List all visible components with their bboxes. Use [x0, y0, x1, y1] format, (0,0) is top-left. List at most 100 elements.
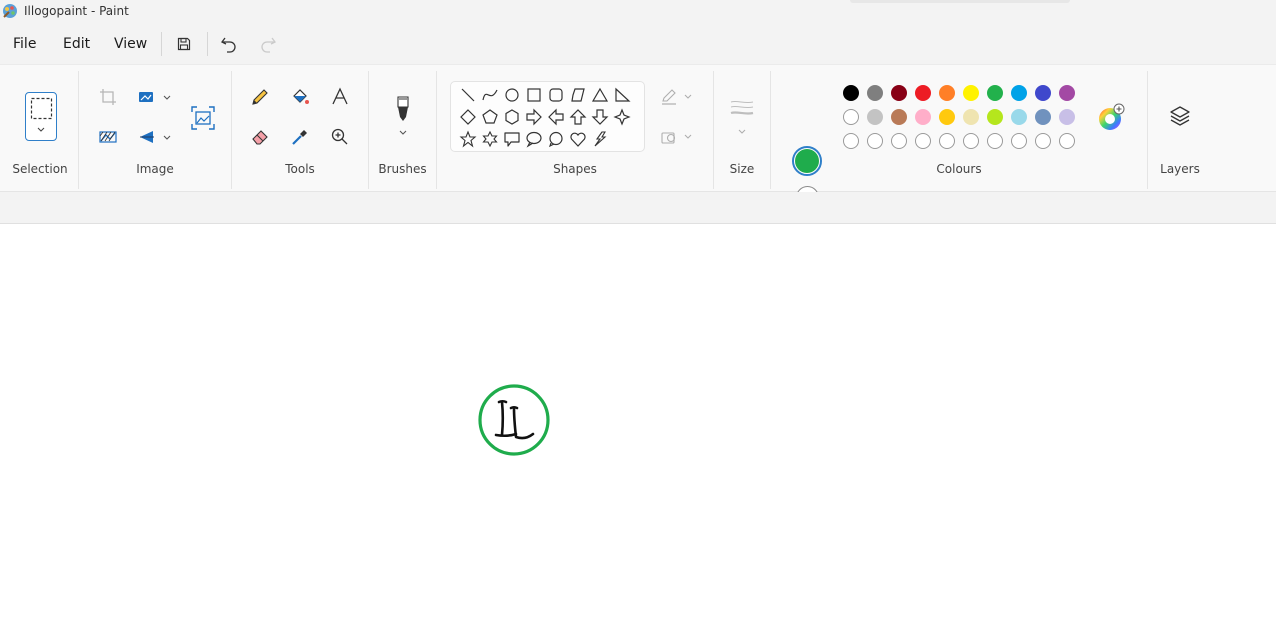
resize-icon [139, 92, 153, 102]
magnifier-button[interactable] [327, 124, 353, 150]
polygon-shape-icon[interactable] [569, 86, 587, 104]
text-button[interactable] [327, 84, 353, 110]
edit-colours-button[interactable] [1096, 103, 1126, 133]
undo-icon [221, 37, 236, 53]
five-point-star-shape-icon[interactable] [459, 130, 477, 148]
triangle-shape-icon[interactable] [591, 86, 609, 104]
menu-edit[interactable]: Edit [63, 36, 90, 52]
group-label-shapes: Shapes [553, 162, 597, 176]
chevron-down-icon[interactable] [684, 133, 692, 141]
colour-swatch[interactable] [867, 109, 883, 125]
arrow-left-shape-icon[interactable] [547, 108, 565, 126]
hexagon-shape-icon[interactable] [503, 108, 521, 126]
right-triangle-shape-icon[interactable] [613, 86, 631, 104]
colour-swatch[interactable] [963, 109, 979, 125]
chevron-down-icon[interactable] [684, 93, 692, 101]
arrow-down-shape-icon[interactable] [591, 108, 609, 126]
six-point-star-shape-icon[interactable] [481, 130, 499, 148]
colour-swatch[interactable] [891, 109, 907, 125]
group-label-image: Image [136, 162, 174, 176]
colour-swatch[interactable] [1035, 109, 1051, 125]
layers-icon [1170, 106, 1190, 126]
shape-fill-button[interactable] [656, 124, 682, 150]
redo-icon [261, 37, 276, 53]
drawing-canvas[interactable] [0, 225, 1276, 642]
chevron-down-icon[interactable] [738, 128, 746, 136]
menu-file[interactable]: File [13, 36, 36, 52]
colour-swatch[interactable] [891, 85, 907, 101]
flip-button[interactable] [134, 124, 160, 150]
custom-colour-slot[interactable] [891, 133, 907, 149]
crop-icon [100, 89, 116, 105]
custom-colour-slot[interactable] [1011, 133, 1027, 149]
four-point-star-shape-icon[interactable] [613, 108, 631, 126]
colour-swatch[interactable] [915, 109, 931, 125]
custom-colour-slot[interactable] [867, 133, 883, 149]
arrow-up-shape-icon[interactable] [569, 108, 587, 126]
custom-colour-slot[interactable] [939, 133, 955, 149]
redo-button[interactable] [257, 33, 279, 55]
shape-outline-button[interactable] [656, 84, 682, 110]
colour-swatch[interactable] [939, 85, 955, 101]
fill-button[interactable] [287, 84, 313, 110]
custom-colour-slot[interactable] [1035, 133, 1051, 149]
size-button[interactable] [727, 95, 757, 121]
crop-button[interactable] [95, 84, 121, 110]
diamond-shape-icon[interactable] [459, 108, 477, 126]
undo-button[interactable] [218, 33, 240, 55]
line-shape-icon[interactable] [459, 86, 477, 104]
colour-swatch[interactable] [1059, 109, 1075, 125]
brushes-button[interactable] [389, 94, 417, 126]
callout-rectangle-shape-icon[interactable] [503, 130, 521, 148]
chevron-down-icon[interactable] [399, 129, 407, 137]
heart-shape-icon[interactable] [569, 130, 587, 148]
selection-button[interactable] [25, 92, 57, 141]
ll-monogram-drawing [478, 384, 550, 456]
rounded-rectangle-shape-icon[interactable] [547, 86, 565, 104]
lightning-shape-icon[interactable] [591, 130, 609, 148]
colour-swatch[interactable] [987, 109, 1003, 125]
eraser-button[interactable] [247, 124, 273, 150]
group-label-tools: Tools [285, 162, 315, 176]
arrow-right-shape-icon[interactable] [525, 108, 543, 126]
save-icon [177, 37, 191, 51]
curve-shape-icon[interactable] [481, 86, 499, 104]
group-label-colours: Colours [936, 162, 982, 176]
window-title: Illogopaint - Paint [24, 4, 129, 18]
custom-colour-slot[interactable] [1059, 133, 1075, 149]
menu-view[interactable]: View [114, 36, 147, 52]
colour-swatch[interactable] [867, 85, 883, 101]
custom-colour-slot[interactable] [843, 133, 859, 149]
custom-colour-slot[interactable] [987, 133, 1003, 149]
colour-swatch[interactable] [1035, 85, 1051, 101]
colour-picker-button[interactable] [287, 124, 313, 150]
remove-background-button[interactable] [95, 124, 121, 150]
colour-swatch[interactable] [987, 85, 1003, 101]
remove-background-icon [99, 131, 117, 143]
colour-swatch[interactable] [915, 85, 931, 101]
custom-colour-slot[interactable] [963, 133, 979, 149]
colour-swatch[interactable] [963, 85, 979, 101]
pentagon-shape-icon[interactable] [481, 108, 499, 126]
colour-swatch[interactable] [939, 109, 955, 125]
save-button[interactable] [173, 33, 195, 55]
group-label-selection: Selection [12, 162, 68, 176]
colour-swatch[interactable] [843, 85, 859, 101]
oval-shape-icon[interactable] [503, 86, 521, 104]
layers-button[interactable] [1166, 102, 1194, 130]
menu-divider [207, 32, 208, 56]
resize-button[interactable] [134, 84, 160, 110]
callout-oval-shape-icon[interactable] [525, 130, 543, 148]
chevron-down-icon[interactable] [163, 134, 171, 142]
chevron-down-icon[interactable] [163, 94, 171, 102]
callout-cloud-shape-icon[interactable] [547, 130, 565, 148]
rectangle-shape-icon[interactable] [525, 86, 543, 104]
colour-swatch[interactable] [843, 109, 859, 125]
group-label-size: Size [729, 162, 755, 176]
image-select-button[interactable] [189, 104, 217, 132]
pencil-button[interactable] [247, 84, 273, 110]
colour-swatch[interactable] [1011, 109, 1027, 125]
colour-swatch[interactable] [1059, 85, 1075, 101]
custom-colour-slot[interactable] [915, 133, 931, 149]
colour-swatch[interactable] [1011, 85, 1027, 101]
